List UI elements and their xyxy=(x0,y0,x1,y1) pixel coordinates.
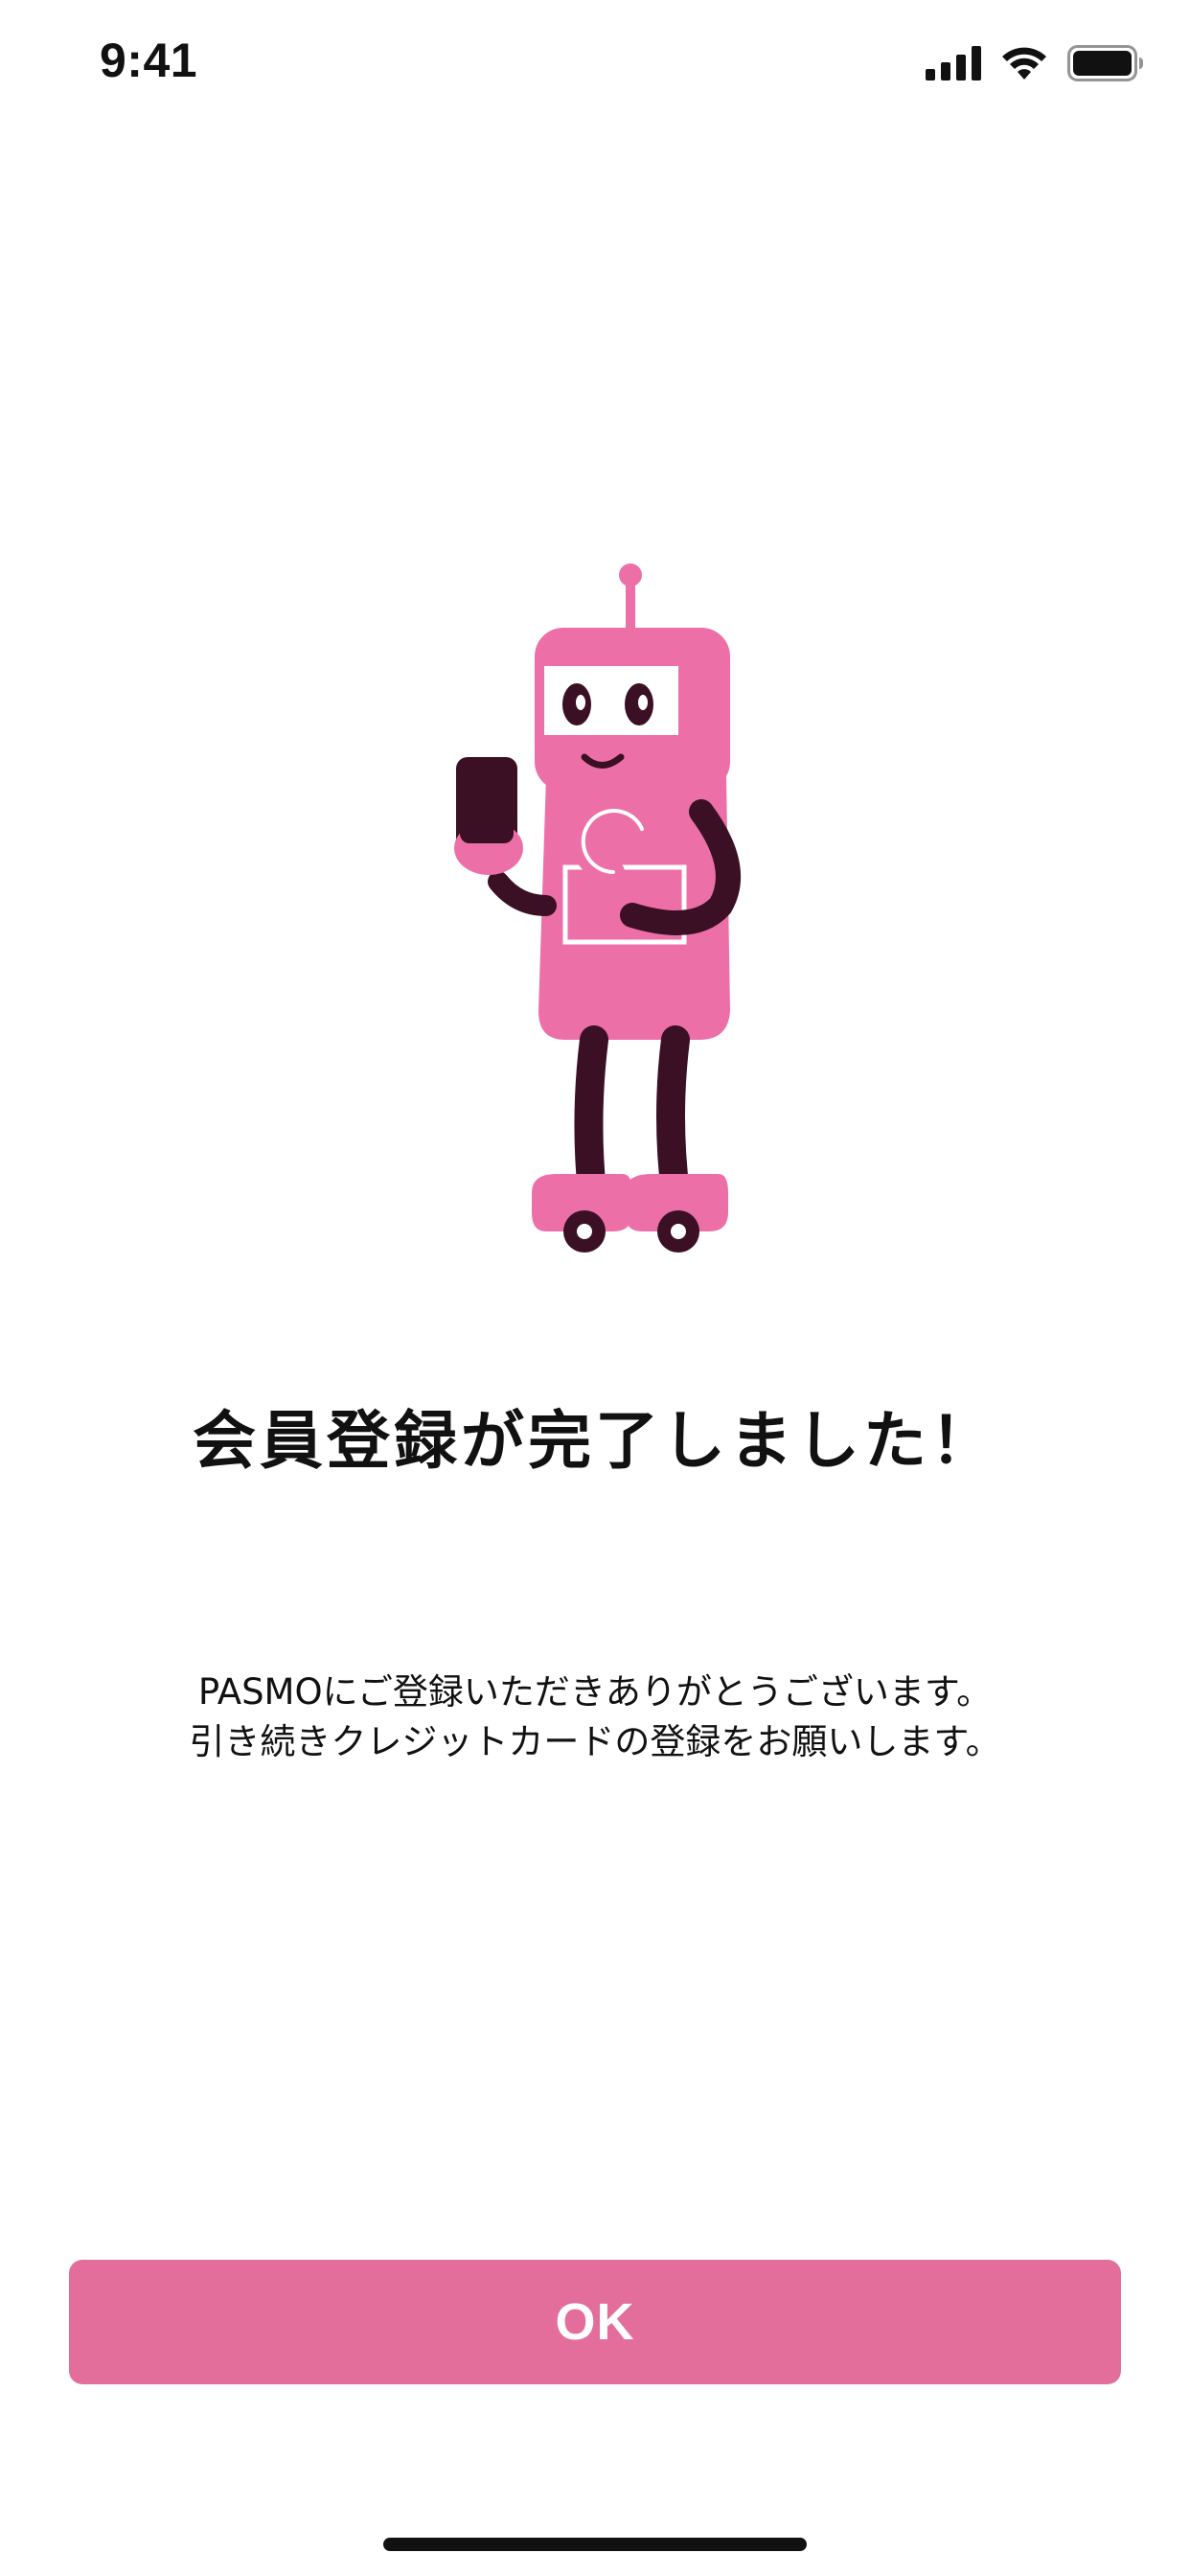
robot-mascot-illustration xyxy=(454,564,741,1253)
wifi-icon xyxy=(1002,47,1046,80)
status-bar: 9:41 xyxy=(0,0,1190,126)
battery-icon xyxy=(1067,45,1143,81)
status-time: 9:41 xyxy=(100,34,198,87)
ok-button[interactable]: OK xyxy=(69,2260,1121,2384)
cellular-signal-icon xyxy=(926,46,981,80)
completion-message: PASMOにご登録いただきありがとうございます。 引き続きクレジットカードの登録… xyxy=(0,1668,1190,1767)
status-icons xyxy=(926,42,1144,84)
home-indicator[interactable] xyxy=(383,2538,807,2551)
message-line-2: 引き続きクレジットカードの登録をお願いします。 xyxy=(189,1721,1001,1762)
message-line-1: PASMOにご登録いただきありがとうございます。 xyxy=(197,1671,993,1713)
completion-title: 会員登録が完了しました！ xyxy=(193,1404,997,1478)
